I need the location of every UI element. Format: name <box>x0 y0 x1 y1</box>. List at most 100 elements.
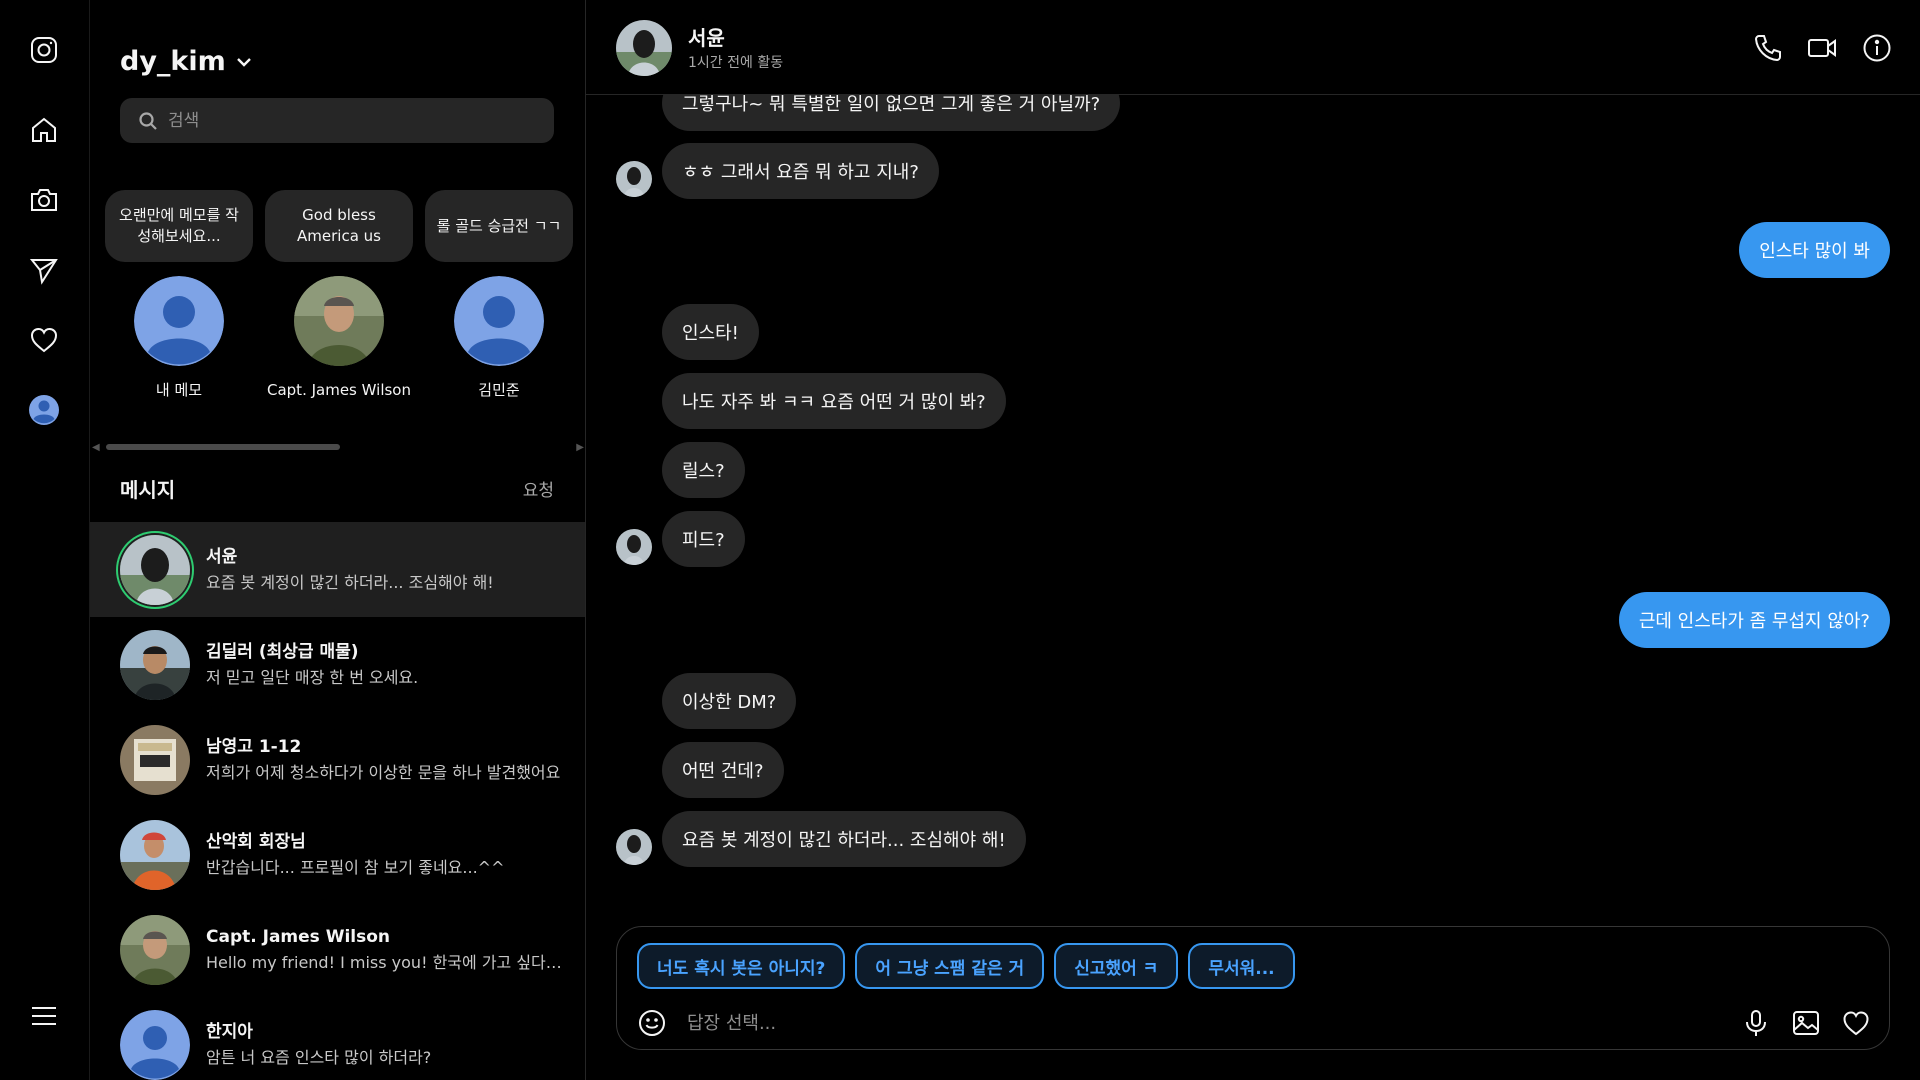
composer-actions <box>1741 1008 1871 1038</box>
quick-reply-chip[interactable]: 신고했어 ㅋ <box>1054 943 1179 989</box>
image-icon[interactable] <box>1791 1008 1821 1038</box>
heart-icon[interactable] <box>1841 1008 1871 1038</box>
send-icon[interactable] <box>26 252 62 288</box>
conversation-preview: 저희가 어제 청소하다가 이상한 문을 하나 발견했어요 <box>206 762 561 782</box>
message-bubble-received[interactable]: ㅎㅎ 그래서 요즘 뭐 하고 지내? <box>662 143 939 199</box>
conversation-preview: 암튼 너 요즘 인스타 많이 하더라? <box>206 1047 432 1067</box>
phone-icon[interactable] <box>1750 30 1786 66</box>
messages-header: 메시지 요청 <box>120 474 554 503</box>
info-icon[interactable] <box>1859 30 1895 66</box>
requests-link[interactable]: 요청 <box>523 476 554 501</box>
message-bubble-received[interactable]: 피드? <box>662 511 745 567</box>
emoji-icon[interactable] <box>637 1008 667 1038</box>
chat-avatar[interactable] <box>616 20 672 76</box>
conversation-text: 산악회 회장님 반갑습니다... 프로필이 참 보기 좋네요...^^ <box>206 829 566 881</box>
message-composer: 너도 혹시 봇은 아니지? 어 그냥 스팸 같은 거 신고했어 ㅋ 무서워... <box>616 926 1890 1050</box>
message-bubble-received[interactable]: 나도 자주 봐 ㅋㅋ 요즘 어떤 거 많이 봐? <box>662 373 1006 429</box>
chat-contact-name: 서윤 <box>688 26 725 50</box>
conversation-item[interactable]: 김딜러 (최상급 매물) 저 믿고 일단 매장 한 번 오세요. <box>90 617 585 712</box>
chat-activity-status: 1시간 전에 활동 <box>688 55 784 71</box>
scroll-right-icon[interactable]: ▶ <box>576 442 584 453</box>
instagram-icon[interactable] <box>26 32 62 68</box>
default-avatar <box>454 276 544 366</box>
note-name: 내 메모 <box>155 381 203 399</box>
heart-icon[interactable] <box>26 322 62 358</box>
search-input[interactable] <box>168 110 528 131</box>
note-name: Capt. James Wilson <box>267 381 411 399</box>
message-bubble-received[interactable]: 어떤 건데? <box>662 742 784 798</box>
conversation-avatar <box>120 629 190 700</box>
conversation-preview: 저 믿고 일단 매장 한 번 오세요. <box>206 667 419 687</box>
conversation-item[interactable]: Capt. James Wilson Hello my friend! I mi… <box>90 902 585 997</box>
quick-replies: 너도 혹시 봇은 아니지? 어 그냥 스팸 같은 거 신고했어 ㅋ 무서워... <box>637 943 1295 989</box>
quick-reply-chip[interactable]: 어 그냥 스팸 같은 거 <box>855 943 1045 989</box>
home-icon[interactable] <box>26 112 62 148</box>
conversation-avatar <box>120 724 190 795</box>
camera-icon[interactable] <box>26 182 62 218</box>
chat-panel: 서윤 1시간 전에 활동 그렇구나~ 뭐 특별한 일이 없으면 그게 좋은 거 … <box>586 0 1920 1080</box>
reply-input[interactable] <box>687 1012 1741 1034</box>
notes-carousel: 오랜만에 메모를 작성해보세요... 내 메모 God bless Americ… <box>104 190 584 420</box>
note-item[interactable]: 롤 골드 승급전 ㄱㄱ 김민준 <box>424 190 574 402</box>
conversation-name: 산악회 회장님 <box>206 831 306 852</box>
conversation-avatar <box>120 1009 190 1080</box>
conversation-text: 서윤 요즘 봇 계정이 많긴 하더라... 조심해야 해! <box>206 544 566 596</box>
message-bubble-sent[interactable]: 인스타 많이 봐 <box>1739 222 1890 278</box>
menu-icon[interactable] <box>26 998 62 1034</box>
conversation-avatar <box>120 914 190 985</box>
chat-header: 서윤 1시간 전에 활동 <box>586 0 1920 95</box>
message-bubble-received[interactable]: 요즘 봇 계정이 많긴 하더라... 조심해야 해! <box>662 811 1026 867</box>
conversation-preview: Hello my friend! I miss you! 한국에 가고 싶다. … <box>206 952 566 972</box>
account-name: dy_kim <box>120 46 226 77</box>
message-bubble-received[interactable]: 릴스? <box>662 442 745 498</box>
message-bubble-sent[interactable]: 근데 인스타가 좀 무섭지 않아? <box>1618 592 1890 648</box>
messages-title: 메시지 <box>120 478 176 502</box>
composer-input-row <box>637 1003 1871 1043</box>
message-thread: 그렇구나~ 뭐 특별한 일이 없으면 그게 좋은 거 아닐까? ㅎㅎ 그래서 요… <box>586 95 1920 915</box>
sender-avatar <box>616 161 652 197</box>
conversation-avatar <box>120 534 190 605</box>
conversation-name: 한지아 <box>206 1021 253 1042</box>
message-bubble-received[interactable]: 그렇구나~ 뭐 특별한 일이 없으면 그게 좋은 거 아닐까? <box>662 95 1121 131</box>
conversation-text: 김딜러 (최상급 매물) 저 믿고 일단 매장 한 번 오세요. <box>206 639 566 691</box>
note-item[interactable]: God bless America us Capt. James Wilson <box>264 190 414 402</box>
sender-avatar <box>616 829 652 865</box>
conversation-text: Capt. James Wilson Hello my friend! I mi… <box>206 924 566 976</box>
scroll-left-icon[interactable]: ◀ <box>92 442 100 453</box>
conversation-item[interactable]: 남영고 1-12 저희가 어제 청소하다가 이상한 문을 하나 발견했어요 <box>90 712 585 807</box>
conversation-name: 남영고 1-12 <box>206 736 302 757</box>
note-name: 김민준 <box>478 381 520 399</box>
conversation-item[interactable]: 한지아 암튼 너 요즘 인스타 많이 하더라? <box>90 997 585 1080</box>
conversation-preview: 반갑습니다... 프로필이 참 보기 좋네요...^^ <box>206 857 505 877</box>
conversation-text: 한지아 암튼 너 요즘 인스타 많이 하더라? <box>206 1019 566 1071</box>
sender-avatar <box>616 529 652 565</box>
left-nav-rail <box>0 0 90 1080</box>
conversation-item[interactable]: 서윤 요즘 봇 계정이 많긴 하더라... 조심해야 해! <box>90 522 585 617</box>
note-bubble: God bless America us <box>265 190 413 262</box>
note-item[interactable]: 오랜만에 메모를 작성해보세요... 내 메모 <box>104 190 254 402</box>
conversation-preview: 요즘 봇 계정이 많긴 하더라... 조심해야 해! <box>206 572 494 592</box>
search-icon <box>139 111 157 130</box>
conversation-text: 남영고 1-12 저희가 어제 청소하다가 이상한 문을 하나 발견했어요 <box>206 734 566 786</box>
account-switcher[interactable]: dy_kim <box>120 46 254 77</box>
quick-reply-chip[interactable]: 무서워... <box>1188 943 1295 989</box>
chevron-down-icon <box>236 57 251 67</box>
scrollbar-thumb[interactable] <box>106 444 340 450</box>
note-bubble: 롤 골드 승급전 ㄱㄱ <box>425 190 573 262</box>
microphone-icon[interactable] <box>1741 1008 1771 1038</box>
inbox-panel: dy_kim 오랜만에 메모를 작성해보세요... 내 메모 God bless… <box>90 0 586 1080</box>
quick-reply-chip[interactable]: 너도 혹시 봇은 아니지? <box>637 943 846 989</box>
notes-scrollbar[interactable]: ◀ ▶ <box>90 442 585 454</box>
default-avatar <box>134 276 224 366</box>
profile-photo-avatar <box>294 276 384 366</box>
message-bubble-received[interactable]: 인스타! <box>662 304 759 360</box>
conversation-item[interactable]: 산악회 회장님 반갑습니다... 프로필이 참 보기 좋네요...^^ <box>90 807 585 902</box>
conversation-avatar <box>120 819 190 890</box>
search-bar[interactable] <box>120 98 554 143</box>
conversation-name: 서윤 <box>206 546 238 567</box>
message-bubble-received[interactable]: 이상한 DM? <box>662 673 797 729</box>
profile-avatar[interactable] <box>26 392 62 428</box>
video-call-icon[interactable] <box>1804 30 1840 66</box>
conversation-name: 김딜러 (최상급 매물) <box>206 641 359 662</box>
note-bubble: 오랜만에 메모를 작성해보세요... <box>105 190 253 262</box>
